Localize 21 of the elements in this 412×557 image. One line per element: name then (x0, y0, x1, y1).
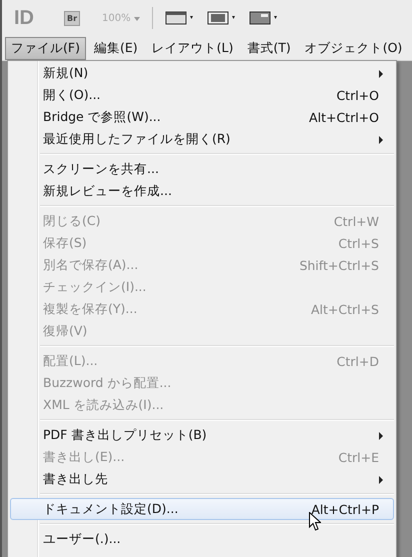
bridge-button[interactable]: Br (64, 10, 80, 26)
menu-item[interactable]: ドキュメント設定(D)... Alt+Ctrl+P (10, 498, 394, 520)
menu-title[interactable]: オブジェクト(O) (298, 36, 408, 60)
layout-grid-icon[interactable] (248, 11, 279, 25)
menu-title[interactable]: 書式(T) (241, 36, 297, 60)
caret-icon (134, 16, 140, 20)
menu-title[interactable]: ファイル(F) (5, 36, 86, 60)
menu-item[interactable]: 書き出し先 (10, 468, 394, 490)
screen-mode-icon[interactable] (206, 11, 237, 25)
menu-item[interactable]: スクリーンを共有... (10, 158, 394, 180)
frame-view-icon[interactable] (164, 11, 195, 25)
menu-item[interactable]: 開く(O)... Ctrl+O (10, 84, 394, 106)
menu-item[interactable]: PDF 書き出しプリセット(B) (10, 424, 394, 446)
menu-item[interactable]: 新規レビューを作成... (10, 180, 394, 202)
menu-item[interactable]: 最近使用したファイルを開く(R) (10, 128, 394, 150)
menu-item[interactable]: 新規(N) (10, 62, 394, 84)
app-logo: ID (14, 6, 35, 30)
menu-title[interactable]: 編集(E) (88, 36, 144, 60)
menu-title[interactable]: レイアウト(L) (146, 36, 240, 60)
menu-item[interactable]: Bridge で参照(W)... Alt+Ctrl+O (10, 106, 394, 128)
menu-item[interactable]: ユーザー(.)... (10, 528, 394, 550)
